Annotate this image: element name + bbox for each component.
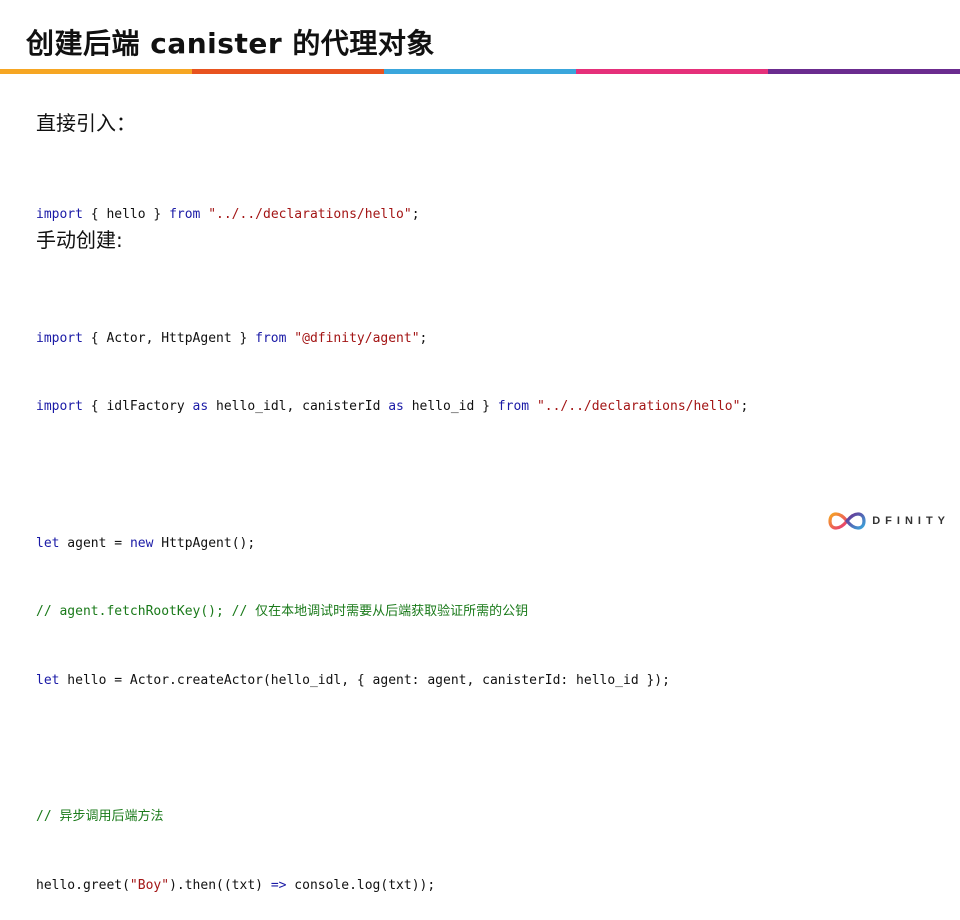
code-keyword: as [192,398,209,414]
code-text: ; [419,330,428,346]
code-string: "Boy" [129,877,170,893]
code-keyword: let [36,535,60,551]
accent-segment-2 [192,69,384,74]
infinity-logo-icon [828,512,866,530]
code-text: { Actor, HttpAgent } [82,330,256,346]
code-text: hello_id } [403,398,498,414]
code-line: let agent = new HttpAgent(); [36,533,748,556]
code-text: ; [740,398,749,414]
code-text: ).then((txt) [169,877,271,893]
section-heading-direct-import: 直接引入： [36,111,136,135]
section-heading-manual-create: 手动创建: [36,228,123,252]
code-text: hello = Actor.createActor(hello_idl, { a… [59,672,670,688]
accent-segment-4 [576,69,768,74]
code-line: import { Actor, HttpAgent } from "@dfini… [36,328,748,351]
code-comment: // agent.fetchRootKey(); // 仅在本地调试时需要从后端… [36,604,529,620]
code-text: console.log(txt)); [286,877,436,893]
code-string: "@dfinity/agent" [294,330,420,346]
code-text: { idlFactory [82,398,193,414]
code-keyword: as [388,398,404,414]
code-line: import { idlFactory as hello_idl, canist… [36,396,748,419]
code-string: "../../declarations/hello" [536,398,741,414]
accent-segment-5 [768,69,960,74]
code-line: let hello = Actor.createActor(hello_idl,… [36,670,748,693]
code-line: hello.greet("Boy").then((txt) => console… [36,875,748,898]
accent-segment-3 [384,69,576,74]
code-text: HttpAgent(); [153,535,256,551]
code-text: agent = [59,535,130,551]
accent-color-bar [0,69,960,74]
code-comment: // 异步调用后端方法 [36,809,164,825]
code-keyword: let [36,672,60,688]
code-keyword: from [255,330,287,346]
code-keyword: new [129,535,154,551]
accent-segment-1 [0,69,192,74]
code-keyword: import [36,330,83,346]
code-line: // agent.fetchRootKey(); // 仅在本地调试时需要从后端… [36,601,748,624]
code-text: hello_idl, canisterId [208,398,389,414]
code-keyword: from [169,206,201,222]
code-keyword: import [36,206,83,222]
code-keyword: from [497,398,530,414]
code-text: ; [411,206,420,222]
slide-title: 创建后端 canister 的代理对象 [26,27,435,60]
code-text: { hello } [82,206,170,222]
code-string: "../../declarations/hello" [208,206,412,222]
code-line: // 异步调用后端方法 [36,806,748,829]
logo-text: DFINITY [872,515,950,527]
code-block-manual: import { Actor, HttpAgent } from "@dfini… [36,282,748,920]
code-text: hello.greet( [36,877,130,893]
code-keyword: import [36,398,83,414]
dfinity-logo: DFINITY [828,511,950,531]
code-line: import { hello } from "../../declaration… [36,204,420,227]
code-keyword: => [270,877,287,893]
